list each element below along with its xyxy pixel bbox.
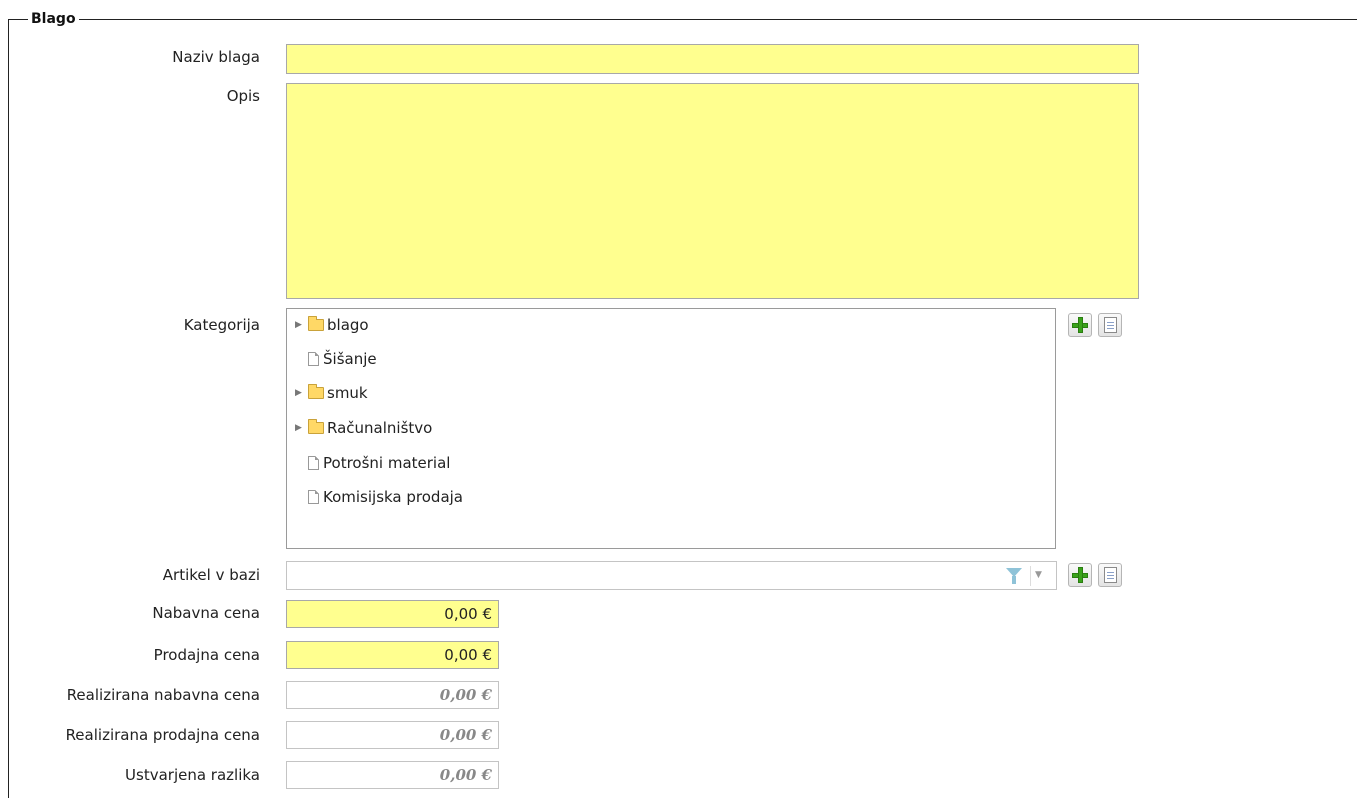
naziv-input[interactable] <box>286 44 1139 74</box>
artikel-combobox[interactable] <box>286 561 1057 590</box>
artikel-details-button[interactable] <box>1098 563 1122 587</box>
category-tree[interactable]: ▶ blago Šišanje ▶ smuk ▶ Računalništvo P… <box>286 308 1056 549</box>
realizirana-prodajna-cena-label: Realizirana prodajna cena <box>65 726 260 744</box>
tree-item-komisijska-prodaja[interactable]: Komisijska prodaja <box>308 486 463 508</box>
document-icon <box>308 352 319 366</box>
document-icon <box>308 490 319 504</box>
folder-icon <box>308 419 324 434</box>
fieldset-border-left <box>8 19 9 798</box>
tree-item-smuk[interactable]: ▶ smuk <box>295 382 368 404</box>
fieldset-border-top <box>8 19 1357 20</box>
tree-item-label: Komisijska prodaja <box>323 488 464 506</box>
document-icon <box>308 456 319 470</box>
tree-item-blago[interactable]: ▶ blago <box>295 314 369 336</box>
prodajna-cena-input[interactable]: 0,00 € <box>286 641 499 669</box>
naziv-label: Naziv blaga <box>172 48 260 66</box>
plus-icon <box>1079 574 1082 577</box>
nabavna-cena-label: Nabavna cena <box>152 604 260 622</box>
ustvarjena-razlika-label: Ustvarjena razlika <box>125 766 260 784</box>
category-details-button[interactable] <box>1098 313 1122 337</box>
tree-item-racunalnistvo[interactable]: ▶ Računalništvo <box>295 417 432 439</box>
tree-item-sisanje[interactable]: Šišanje <box>308 348 377 370</box>
add-artikel-button[interactable] <box>1068 563 1092 587</box>
nabavna-cena-input[interactable]: 0,00 € <box>286 600 499 628</box>
kategorija-label: Kategorija <box>183 316 260 334</box>
realizirana-nabavna-cena-label: Realizirana nabavna cena <box>66 686 260 704</box>
plus-icon <box>1079 324 1082 327</box>
folder-icon <box>308 316 324 331</box>
tree-item-label: smuk <box>327 384 368 402</box>
triangle-right-icon[interactable]: ▶ <box>295 423 305 433</box>
realizirana-prodajna-cena-value: 0,00 € <box>286 721 499 749</box>
realizirana-nabavna-cena-value: 0,00 € <box>286 681 499 709</box>
artikel-label: Artikel v bazi <box>162 566 260 584</box>
ustvarjena-razlika-value: 0,00 € <box>286 761 499 789</box>
prodajna-cena-label: Prodajna cena <box>153 646 260 664</box>
chevron-down-icon[interactable]: ▼ <box>1035 567 1042 583</box>
triangle-right-icon[interactable]: ▶ <box>295 320 305 330</box>
tree-item-label: blago <box>327 316 369 334</box>
tree-item-label: Računalništvo <box>327 419 433 437</box>
tree-item-potrosni-material[interactable]: Potrošni material <box>308 452 450 474</box>
opis-label: Opis <box>226 87 260 105</box>
opis-textarea[interactable] <box>286 83 1139 299</box>
fieldset-legend: Blago <box>28 9 79 29</box>
filter-icon-stem <box>1012 576 1016 584</box>
tree-item-label: Šišanje <box>323 350 377 368</box>
combo-separator <box>1030 566 1031 586</box>
triangle-right-icon[interactable]: ▶ <box>295 388 305 398</box>
add-category-button[interactable] <box>1068 313 1092 337</box>
folder-icon <box>308 384 324 399</box>
tree-item-label: Potrošni material <box>323 454 451 472</box>
